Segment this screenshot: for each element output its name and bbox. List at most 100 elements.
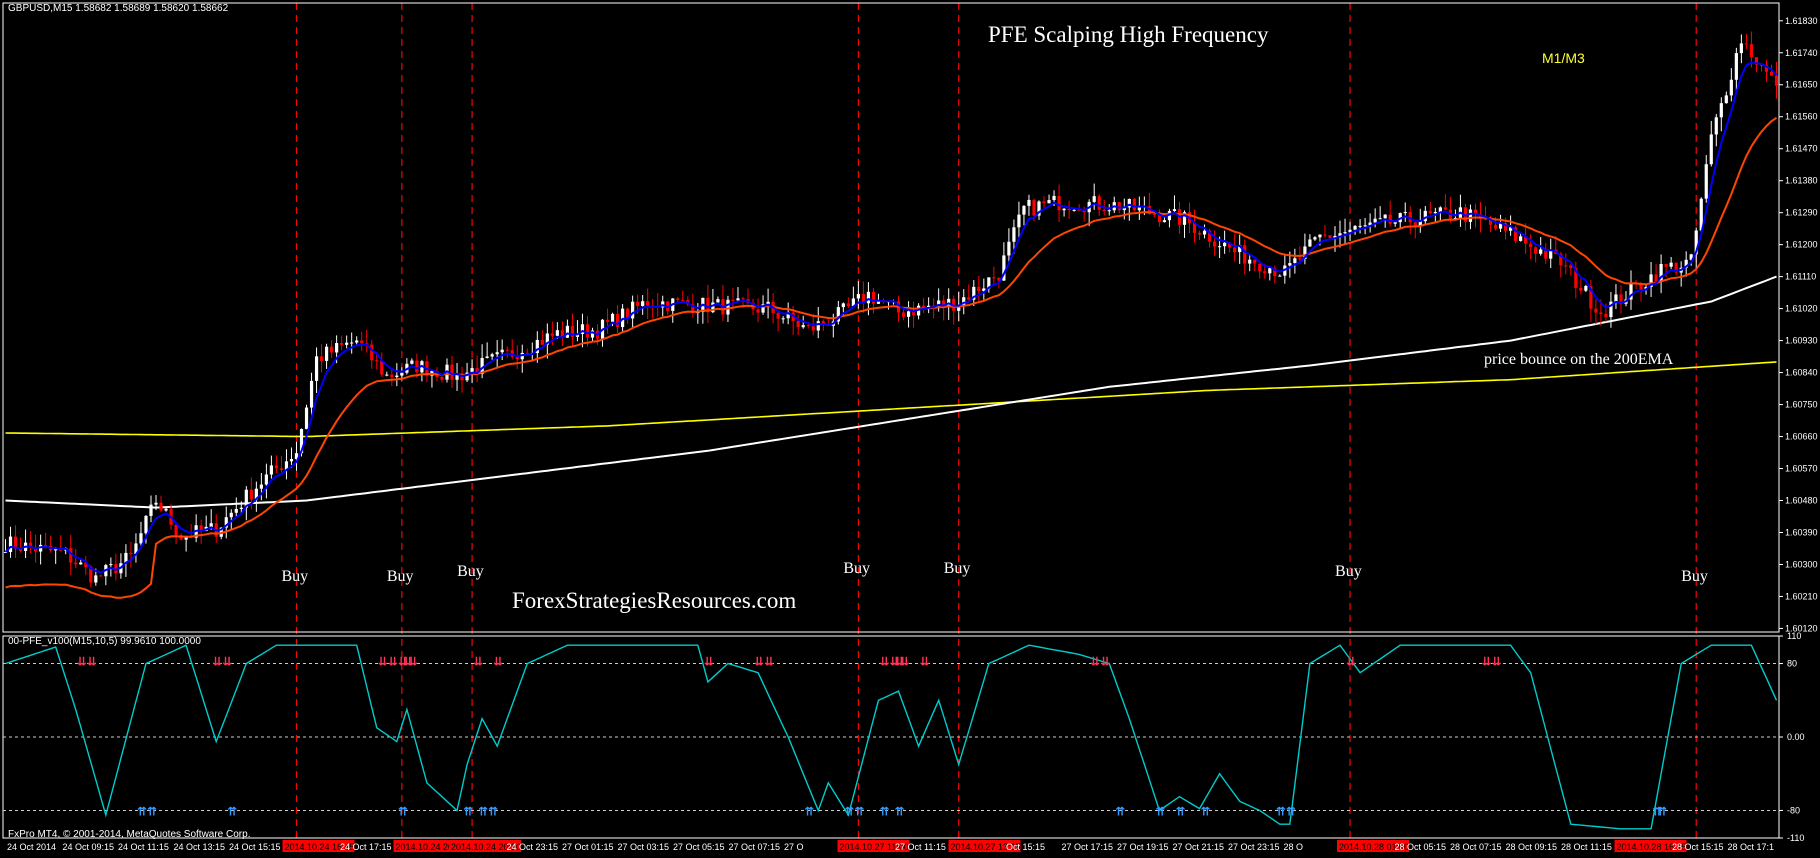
bull-candle: [1383, 214, 1387, 219]
bull-candle: [1318, 234, 1322, 238]
time-tick-label: 27 Oct 05:15: [673, 842, 725, 852]
bear-candle: [1102, 209, 1106, 212]
bull-candle: [304, 407, 309, 430]
bull-candle: [490, 354, 494, 357]
bear-candle: [1057, 195, 1061, 211]
signal-up-arrow: ⇈: [879, 804, 889, 818]
time-tick-label: 28 O: [1284, 842, 1304, 852]
buy-label: Buy: [943, 560, 971, 577]
bull-candle: [1012, 227, 1016, 242]
bull-candle: [395, 375, 399, 378]
bull-candle: [1704, 164, 1708, 199]
time-tick-label: 27 Oct 19:15: [1117, 842, 1169, 852]
price-tick-label: 1.61380: [1785, 176, 1818, 186]
pfe-tick-label: 0.00: [1787, 732, 1805, 742]
time-tick-label: 24 Oct 23:15: [507, 842, 559, 852]
bull-candle: [385, 374, 389, 376]
bull-candle: [234, 509, 238, 513]
bull-candle: [229, 512, 233, 518]
time-tick-label: 24 Oct 11:15: [118, 842, 169, 852]
signal-down-arrow: ⇊: [754, 655, 764, 669]
bear-candle: [605, 319, 610, 322]
time-tick-label: 28 Oct 17:1: [1728, 842, 1775, 852]
bull-candle: [1308, 239, 1312, 247]
signal-up-arrow: ⇈: [804, 804, 814, 818]
signal-down-arrow: ⇊: [1346, 655, 1356, 669]
bull-candle: [1162, 220, 1167, 223]
bull-candle: [1268, 268, 1272, 274]
signal-down-arrow: ⇊: [378, 655, 388, 669]
bear-candle: [1493, 224, 1498, 229]
bull-candle: [1363, 225, 1367, 227]
bull-candle: [801, 325, 805, 328]
bear-candle: [1664, 263, 1668, 267]
bear-candle: [1152, 213, 1156, 215]
bear-candle: [330, 346, 334, 353]
bull-candle: [1223, 242, 1227, 247]
signal-down-arrow: ⇊: [920, 655, 930, 669]
signal-up-arrow: ⇈: [844, 804, 854, 818]
bear-candle: [1323, 234, 1327, 236]
bull-candle: [1714, 117, 1718, 135]
bear-candle: [741, 298, 745, 300]
bull-candle: [866, 291, 871, 304]
chart-canvas: 1.61830 1.61740 1.61650 1.61560 1.61470 1.613…: [0, 0, 1820, 858]
bull-candle: [345, 342, 349, 345]
time-tick-label: 24 Oct 17:15: [340, 842, 392, 852]
bull-candle: [1519, 236, 1523, 241]
bull-candle: [324, 346, 329, 361]
time-tick-label: 24 Oct 13:15: [174, 842, 226, 852]
bull-candle: [641, 301, 645, 307]
bear-candle: [731, 299, 735, 301]
bull-candle: [154, 502, 158, 505]
time-tick-label: 27 Oct 03:15: [618, 842, 670, 852]
bear-candle: [1197, 232, 1202, 235]
bear-candle: [319, 356, 324, 361]
bull-candle: [164, 508, 168, 511]
time-tick-label: 27 O: [784, 842, 804, 852]
bull-candle: [410, 360, 414, 364]
pfe-tick-label: 110: [1787, 631, 1801, 641]
bull-candle: [1007, 241, 1011, 256]
bull-candle: [1022, 205, 1026, 215]
symbol-info: GBPUSD,M15 1.58682 1.58689 1.58620 1.586…: [8, 3, 229, 14]
signal-up-arrow: ⇈: [147, 804, 157, 818]
bear-candle: [360, 340, 364, 344]
bull-candle: [1719, 103, 1723, 118]
bear-candle: [1594, 308, 1598, 313]
signal-up-arrow: ⇈: [895, 804, 905, 818]
bear-candle: [1599, 312, 1603, 314]
bounce-annotation: price bounce on the 200EMA: [1484, 351, 1674, 368]
signal-up-arrow: ⇈: [478, 804, 488, 818]
bear-candle: [370, 344, 374, 361]
bear-candle: [1328, 235, 1332, 239]
bear-candle: [756, 309, 760, 313]
signal-down-arrow: ⇊: [1492, 655, 1502, 669]
time-tick-label: 24 Oct 09:15: [63, 842, 115, 852]
bull-candle: [1172, 209, 1177, 212]
bull-candle: [1358, 225, 1362, 227]
bear-candle: [1067, 208, 1071, 211]
bull-candle: [264, 474, 268, 485]
bull-candle: [94, 575, 98, 583]
signal-up-arrow: ⇈: [1657, 804, 1667, 818]
bear-candle: [1388, 214, 1392, 224]
price-tick-label: 1.60750: [1785, 400, 1818, 410]
price-tick-label: 1.61110: [1785, 272, 1816, 282]
bear-candle: [340, 343, 344, 345]
bear-candle: [450, 364, 454, 380]
time-tick-label: 24 Oct 15:15: [229, 842, 281, 852]
time-tick-label: 27 Oct 01:15: [562, 842, 614, 852]
bull-candle: [1107, 210, 1111, 212]
signal-up-arrow: ⇈: [1155, 804, 1165, 818]
price-tick-label: 1.60210: [1785, 591, 1818, 601]
bull-candle: [139, 533, 143, 544]
bull-candle: [1584, 286, 1588, 291]
buy-label: Buy: [386, 568, 414, 585]
bear-candle: [1428, 210, 1432, 214]
signal-down-arrow: ⇊: [704, 655, 714, 669]
bull-candle: [1709, 134, 1713, 165]
bull-candle: [1052, 195, 1056, 201]
bull-candle: [1468, 209, 1473, 222]
bear-candle: [1443, 207, 1447, 210]
